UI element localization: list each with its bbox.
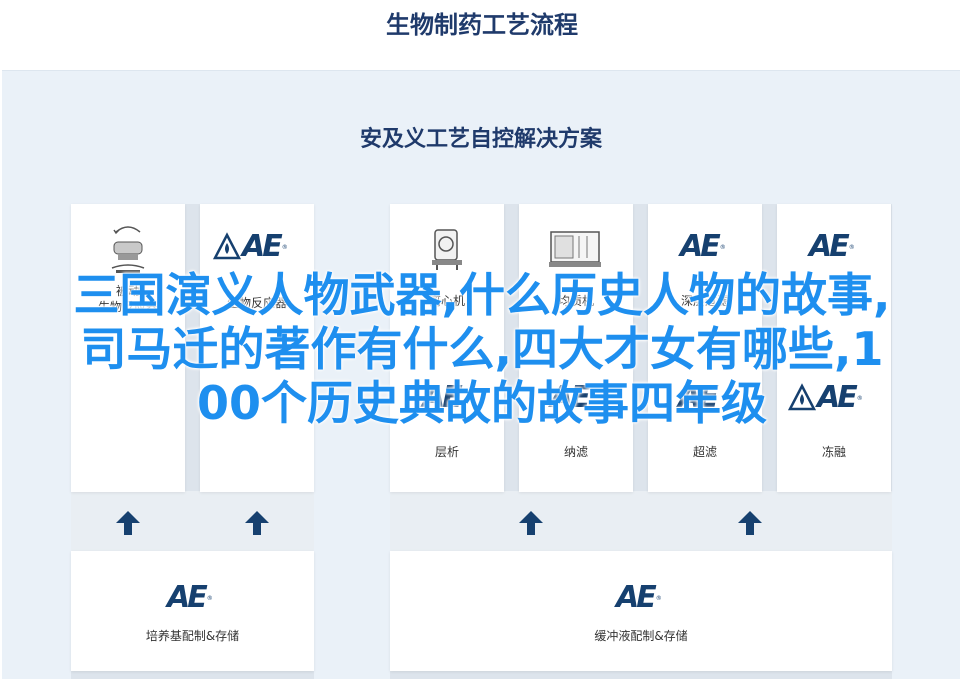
- registered-mark: ®: [848, 243, 855, 251]
- registered-mark: ®: [281, 243, 288, 251]
- panel-title: 安及义工艺自控解决方案: [359, 127, 602, 152]
- overlay-line: 司马迁的著作有什么,四大才女有哪些,1: [80, 322, 884, 376]
- agitator-icon: [111, 226, 145, 273]
- registered-mark: ®: [655, 594, 662, 602]
- ae-logo-text: AE: [809, 229, 850, 264]
- ae-logo-text: AE: [242, 229, 283, 264]
- card-label: 缓冲液配制&存储: [594, 629, 688, 643]
- page-title: 生物制药工艺流程: [386, 11, 578, 39]
- homogenizer-icon: [549, 231, 601, 267]
- card-label: 培养基配制&存储: [145, 629, 240, 643]
- drop-icon: [212, 232, 242, 260]
- card-buffer-prep[interactable]: AE ® 缓冲液配制&存储: [390, 551, 892, 671]
- ae-logo-text: AE: [616, 580, 657, 615]
- ae-logo-text: AE: [680, 229, 721, 264]
- arrow-band-right: [390, 491, 892, 551]
- centrifuge-icon: [432, 229, 462, 270]
- ae-logo: AE ®: [616, 583, 662, 613]
- ae-logo: AE ®: [212, 232, 288, 262]
- card-label-ultrafiltration: 超滤: [692, 445, 717, 459]
- registered-mark: ®: [206, 594, 213, 602]
- ae-logo: AE ®: [680, 232, 726, 262]
- overlay-line: 三国演义人物武器,什么历史人物的故事,: [73, 268, 891, 322]
- ae-logo: AE ®: [167, 583, 213, 613]
- card-label-nanofiltration: 纳滤: [563, 445, 588, 459]
- card-label-chromatography: 层析: [434, 445, 459, 459]
- card-label-freeze-thaw: 冻融: [821, 445, 846, 459]
- overlay-caption: 三国演义人物武器,什么历史人物的故事, 司马迁的著作有什么,四大才女有哪些,1 …: [0, 268, 964, 430]
- card-media-prep[interactable]: AE ® 培养基配制&存储: [71, 551, 314, 671]
- registered-mark: ®: [719, 243, 726, 251]
- ae-logo: AE ®: [809, 232, 855, 262]
- overlay-line: 00个历史典故的故事四年级: [196, 376, 767, 430]
- ae-logo-text: AE: [167, 580, 208, 615]
- arrow-band-left: [71, 491, 314, 551]
